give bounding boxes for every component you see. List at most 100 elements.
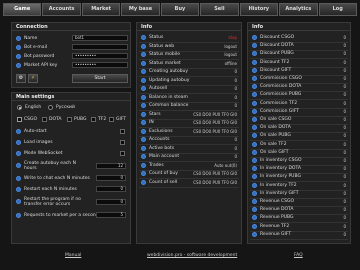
tab-buy[interactable]: Buy — [160, 3, 200, 16]
info-bullet-icon — [252, 190, 257, 196]
main-tabs: Game Accounts Market My base Buy Sell Hi… — [3, 3, 357, 16]
tab-analytics[interactable]: Analytics — [279, 3, 318, 16]
info-row-label: Common balance — [149, 103, 189, 108]
info-bullet-icon — [252, 133, 257, 139]
game-label: DOTA — [49, 117, 62, 122]
password-label: Bot password — [24, 54, 55, 59]
load-images-checkbox[interactable] — [120, 140, 125, 145]
info-bullet-icon — [252, 158, 257, 163]
info-row-value: 0 — [343, 43, 346, 49]
auto-start-checkbox[interactable] — [120, 129, 125, 134]
websocket-checkbox[interactable] — [120, 151, 125, 156]
tab-my-base[interactable]: My base — [121, 3, 160, 16]
info-row-value: 0 — [343, 141, 346, 147]
checkbox-gift[interactable] — [109, 117, 114, 122]
radio-english[interactable] — [17, 105, 22, 110]
tab-market[interactable]: Market — [81, 3, 121, 16]
info-row-value: 0 — [343, 35, 346, 40]
info-row-label: Accounts — [149, 137, 170, 142]
info-bullet-icon — [252, 174, 257, 180]
restart-transfer-input[interactable]: 0 — [96, 199, 126, 205]
info-row-value: logout — [224, 43, 237, 49]
info-bullet-icon — [252, 35, 257, 40]
info-bullet-icon — [141, 60, 146, 66]
checkbox-dota[interactable] — [42, 117, 47, 122]
start-button[interactable]: Start — [72, 74, 128, 83]
english-label: English — [25, 105, 42, 110]
info-bullet-icon — [141, 145, 146, 151]
info-bullet-icon — [252, 84, 257, 90]
info-bullet-icon — [16, 199, 21, 204]
faq-link[interactable]: FAQ — [294, 253, 303, 258]
info-row-label: Revenue TF2 — [260, 223, 290, 229]
restart-minutes-input[interactable]: 0 — [96, 186, 126, 192]
info-row-value: 0 — [234, 86, 237, 91]
tab-sell[interactable]: Sell — [200, 3, 239, 16]
info-bullet-icon — [141, 137, 146, 142]
info-bullet-icon — [252, 207, 257, 213]
info-row-value: logout — [224, 52, 237, 57]
info-bullet-icon — [252, 108, 257, 114]
info-bullet-icon — [252, 92, 257, 98]
info-bullet-icon — [16, 187, 21, 192]
info-row-value: 0 — [343, 84, 346, 90]
game-label: GIFT — [116, 117, 127, 122]
info-bullet-icon — [16, 151, 21, 156]
info-bullet-icon — [16, 140, 21, 145]
tab-history[interactable]: History — [239, 3, 279, 16]
info-row-value: 0 — [343, 215, 346, 221]
info-bullet-icon — [141, 94, 146, 100]
restart-transfer-label: Restart the program if no transfer error… — [24, 197, 81, 207]
radio-russian[interactable] — [48, 105, 53, 110]
tab-accounts[interactable]: Accounts — [42, 3, 81, 16]
info-bullet-icon — [252, 125, 257, 131]
info2-title: Info — [248, 23, 350, 31]
autobuy-hours-label: Create autobuy each N hours — [24, 161, 76, 171]
checkbox-tf2[interactable] — [91, 117, 96, 122]
info-row-value: 0 — [343, 174, 346, 180]
info-row-value: 0 — [343, 59, 346, 65]
tab-game[interactable]: Game — [3, 3, 42, 16]
tab-log[interactable]: Log — [318, 3, 357, 16]
auto-start-label: Auto-start — [24, 129, 47, 134]
info-row-value: 0 — [343, 100, 346, 106]
info-row-label: Discount DOTA — [260, 43, 294, 49]
password-input[interactable]: ••••••••• — [72, 53, 128, 59]
info-row-label: Status web — [149, 43, 175, 49]
settings-icon-button[interactable]: ⚙ — [16, 74, 26, 83]
info-row-label: In inventory DOTA — [260, 166, 301, 172]
info-row-label: Count of buy — [149, 171, 178, 176]
info-bullet-icon — [141, 77, 146, 83]
info-bullet-icon — [252, 215, 257, 221]
row-divider — [250, 238, 348, 240]
checkbox-pubg[interactable] — [67, 117, 72, 122]
info-row-label: Main account — [149, 154, 180, 159]
info-row-label: Updating autobuy — [149, 77, 190, 83]
manual-link[interactable]: Manual — [65, 253, 81, 258]
autobuy-hours-input[interactable]: 12 — [96, 163, 126, 169]
info-row-value: 0 — [343, 117, 346, 122]
flash-icon-button[interactable]: ⚡ — [28, 74, 38, 83]
api-key-input[interactable]: ••••••••• — [72, 62, 128, 68]
info-bullet-icon — [252, 231, 257, 237]
websocket-label: Mode WebSocket — [24, 151, 63, 156]
email-input[interactable] — [72, 44, 128, 50]
dev-link[interactable]: webdivision.pro - software development — [147, 253, 237, 258]
checkbox-csgo[interactable] — [17, 117, 22, 122]
info-row-value: 0 — [234, 77, 237, 83]
requests-input[interactable]: 5 — [96, 212, 126, 218]
info-row-label: Discount TF2 — [260, 59, 290, 65]
game-label: PUBG — [74, 117, 87, 122]
chat-minutes-input[interactable]: 0 — [96, 175, 126, 181]
game-label: CSGO — [24, 117, 38, 122]
info-row-label: Count of sell — [149, 179, 178, 185]
info-bullet-icon — [252, 51, 257, 57]
info-row-label: Stars — [149, 111, 161, 117]
name-input[interactable]: bot1 — [72, 35, 128, 41]
info-bullet-icon — [252, 67, 257, 73]
info-row-label: Commission DOTA — [260, 84, 302, 90]
info-row-value: 0 — [343, 199, 346, 204]
name-label: Name — [24, 36, 38, 41]
info-row-label: Discount CSGO — [260, 35, 295, 40]
info-row-label: Creating autobuy — [149, 69, 189, 74]
